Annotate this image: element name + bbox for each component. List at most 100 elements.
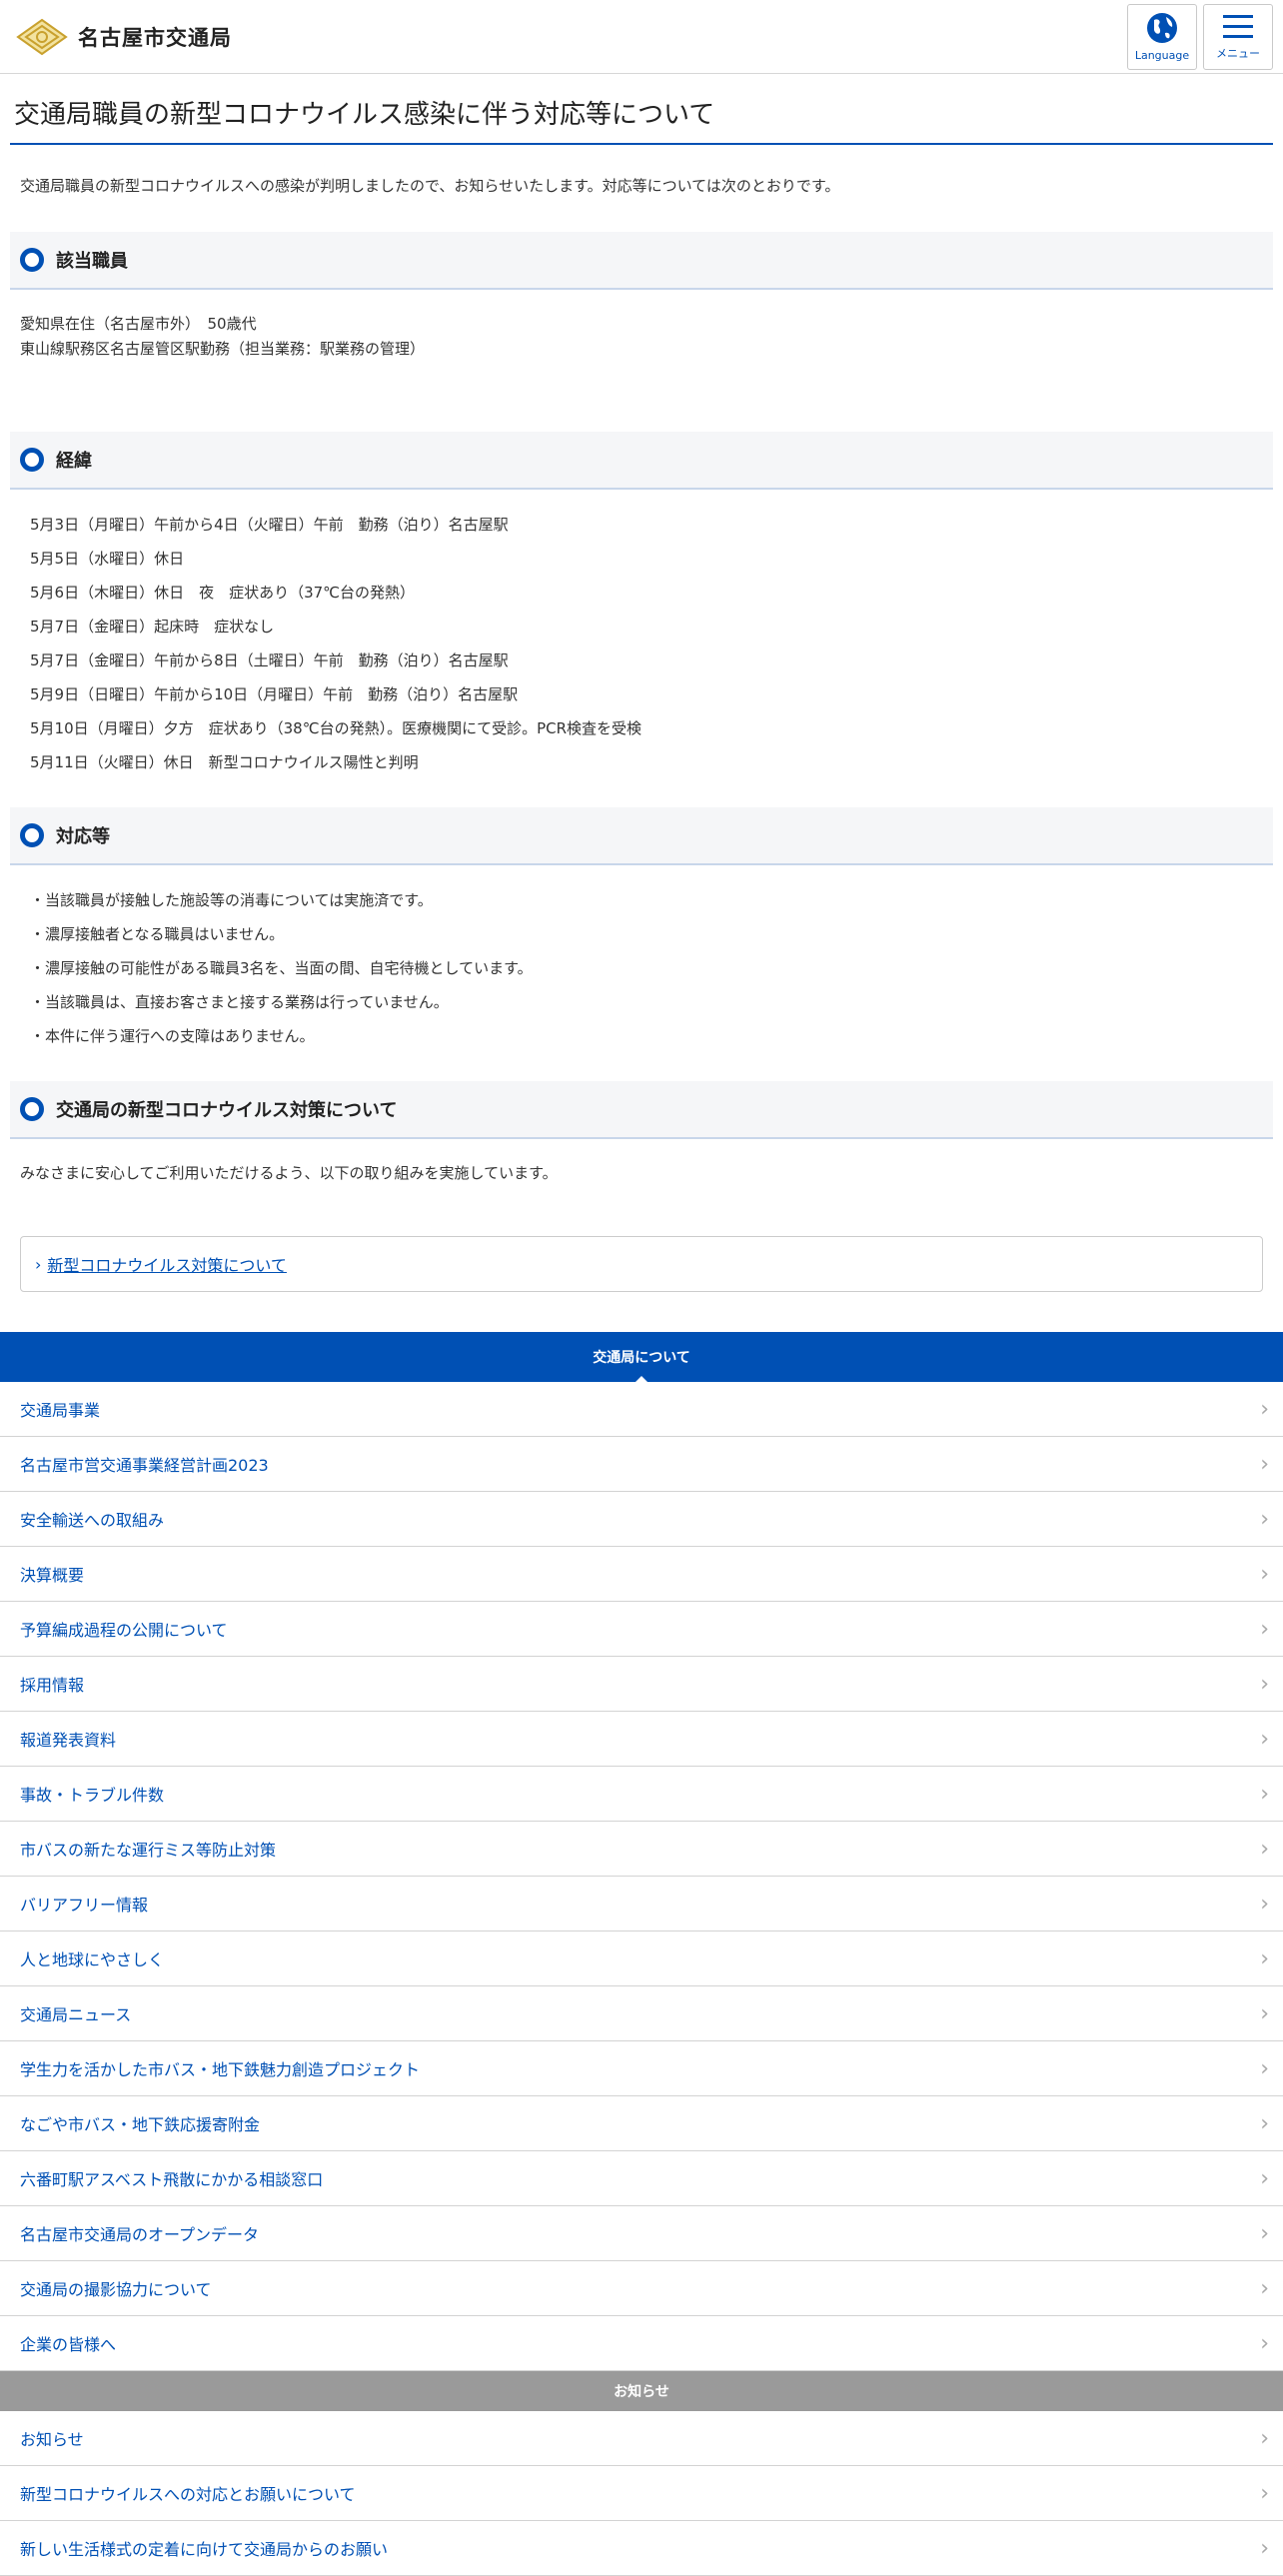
ring-bullet-icon: [20, 248, 44, 272]
chevron-right-icon: ›: [1260, 2330, 1269, 2356]
nav-item-label: 新型コロナウイルスへの対応とお願いについて: [20, 2485, 356, 2504]
section-heading-staff: 該当職員: [10, 232, 1273, 290]
menu-label: メニュー: [1216, 46, 1260, 60]
nav-item-label: 学生力を活かした市バス・地下鉄魅力創造プロジェクト: [20, 2060, 421, 2079]
chevron-right-icon: ›: [1260, 1781, 1269, 1807]
news-nav-list: お知らせ › 新型コロナウイルスへの対応とお願いについて › 新しい生活様式の定着に向け…: [0, 2411, 1283, 2576]
news-nav-heading: お知らせ: [0, 2371, 1283, 2411]
nav-item[interactable]: 市バスの新たな運行ミス等防止対策 ›: [0, 1822, 1283, 1877]
chevron-right-icon: ›: [1260, 1726, 1269, 1752]
nav-item[interactable]: 決算概要 ›: [0, 1547, 1283, 1602]
staff-details: 愛知県在住（名古屋市外） 50歳代 東山線駅務区名古屋管区駅勤務（担当業務：駅業…: [20, 312, 1263, 362]
history-list: 5月3日（月曜日）午前から4日（火曜日）午前 勤務（泊り）名古屋駅 5月5日（水…: [30, 514, 1263, 785]
nav-item[interactable]: 交通局ニュース ›: [0, 1986, 1283, 2041]
logo-emblem-icon: [16, 18, 68, 55]
logo-text: 名古屋市交通局: [78, 25, 232, 50]
chevron-right-icon: ›: [1260, 2000, 1269, 2026]
ring-bullet-icon: [20, 1097, 44, 1121]
response-list: ・当該職員が接触した施設等の消毒については実施済です。 ・濃厚接触者となる職員は…: [30, 889, 1263, 1059]
history-item: 5月6日（木曜日）休日 夜 症状あり（37℃台の発熱）: [30, 584, 416, 602]
section-heading-measures: 交通局の新型コロナウイルス対策について: [10, 1081, 1273, 1139]
nav-item[interactable]: なごや市バス・地下鉄応援寄附金 ›: [0, 2096, 1283, 2151]
nav-item[interactable]: 六番町駅アスベスト飛散にかかる相談窓口 ›: [0, 2151, 1283, 2206]
chevron-right-icon: ›: [1260, 1671, 1269, 1697]
chevron-right-icon: ›: [1260, 2535, 1269, 2561]
chevron-right-icon: ›: [1260, 1945, 1269, 1971]
history-item: 5月7日（金曜日）午前から8日（土曜日）午前 勤務（泊り）名古屋駅: [30, 651, 509, 669]
chevron-right-icon: ›: [35, 1254, 42, 1274]
nav-item-label: お知らせ: [20, 2430, 84, 2449]
response-item: ・当該職員は、直接お客さまと接する業務は行っていません。: [30, 993, 449, 1011]
ring-bullet-icon: [20, 823, 44, 847]
staff-line: 愛知県在住（名古屋市外） 50歳代: [20, 315, 257, 333]
nav-item[interactable]: 事故・トラブル件数 ›: [0, 1767, 1283, 1822]
nav-item-label: 事故・トラブル件数: [20, 1786, 165, 1805]
language-label: Language: [1134, 49, 1190, 62]
chevron-right-icon: ›: [1260, 1396, 1269, 1422]
nav-item-label: 人と地球にやさしく: [20, 1950, 165, 1969]
chevron-right-icon: ›: [1260, 2425, 1269, 2451]
nav-item[interactable]: 名古屋市営交通事業経営計画2023 ›: [0, 1437, 1283, 1492]
chevron-right-icon: ›: [1260, 2275, 1269, 2301]
language-button[interactable]: Language: [1127, 3, 1197, 70]
staff-line: 東山線駅務区名古屋管区駅勤務（担当業務：駅業務の管理）: [20, 340, 426, 358]
history-item: 5月11日（火曜日）休日 新型コロナウイルス陽性と判明: [30, 753, 419, 771]
nav-item[interactable]: バリアフリー情報 ›: [0, 1877, 1283, 1932]
nav-item[interactable]: 新しい生活様式の定着に向けて交通局からのお願い ›: [0, 2521, 1283, 2576]
nav-item-label: 新しい生活様式の定着に向けて交通局からのお願い: [20, 2540, 389, 2559]
nav-item-label: 市バスの新たな運行ミス等防止対策: [20, 1841, 277, 1860]
history-item: 5月3日（月曜日）午前から4日（火曜日）午前 勤務（泊り）名古屋駅: [30, 516, 509, 534]
site-logo[interactable]: 名古屋市交通局: [16, 18, 232, 56]
nav-item[interactable]: 企業の皆様へ ›: [0, 2316, 1283, 2371]
nav-item[interactable]: 新型コロナウイルスへの対応とお願いについて ›: [0, 2466, 1283, 2521]
chevron-right-icon: ›: [1260, 1506, 1269, 1532]
section-title-response: 対応等: [56, 826, 110, 847]
intro-text: 交通局職員の新型コロナウイルスへの感染が判明しましたので、お知らせいたします。対…: [20, 177, 840, 195]
history-item: 5月5日（水曜日）休日: [30, 550, 185, 568]
measures-text: みなさまに安心してご利用いただけるよう、以下の取り組みを実施しています。: [20, 1164, 558, 1182]
header-buttons: Language メニュー: [1127, 3, 1273, 70]
ring-bullet-icon: [20, 448, 44, 472]
response-item: ・濃厚接触者となる職員はいません。: [30, 925, 285, 943]
nav-item[interactable]: 交通局事業 ›: [0, 1382, 1283, 1437]
nav-item-label: 決算概要: [20, 1566, 85, 1585]
nav-item-label: 交通局ニュース: [20, 2005, 132, 2024]
chevron-right-icon: ›: [1260, 2165, 1269, 2191]
nav-item[interactable]: お知らせ ›: [0, 2411, 1283, 2466]
chevron-right-icon: ›: [1260, 1561, 1269, 1587]
chevron-right-icon: ›: [1260, 1836, 1269, 1862]
nav-item[interactable]: 採用情報 ›: [0, 1657, 1283, 1712]
nav-item[interactable]: 交通局の撮影協力について ›: [0, 2261, 1283, 2316]
section-title-history: 経緯: [56, 451, 92, 472]
chevron-right-icon: ›: [1260, 2110, 1269, 2136]
nav-item[interactable]: 名古屋市交通局のオープンデータ ›: [0, 2206, 1283, 2261]
about-nav-list: 交通局事業 › 名古屋市営交通事業経営計画2023 › 安全輸送への取組み › 決算概要 › 予…: [0, 1382, 1283, 2371]
measures-link[interactable]: 新型コロナウイルス対策について: [47, 1252, 287, 1276]
chevron-right-icon: ›: [1260, 1616, 1269, 1642]
section-title-measures: 交通局の新型コロナウイルス対策について: [56, 1100, 398, 1121]
section-title-staff: 該当職員: [56, 251, 128, 272]
nav-item[interactable]: 安全輸送への取組み ›: [0, 1492, 1283, 1547]
site-header: 名古屋市交通局 Language メニュー: [0, 0, 1283, 74]
chevron-right-icon: ›: [1260, 2480, 1269, 2506]
nav-item-label: 交通局事業: [20, 1401, 101, 1420]
nav-item-label: なごや市バス・地下鉄応援寄附金: [20, 2115, 261, 2134]
response-item: ・濃厚接触の可能性がある職員3名を、当面の間、自宅待機としています。: [30, 959, 533, 977]
response-item: ・当該職員が接触した施設等の消毒については実施済です。: [30, 891, 433, 909]
nav-item[interactable]: 人と地球にやさしく ›: [0, 1932, 1283, 1986]
nav-item-label: 報道発表資料: [20, 1731, 117, 1750]
nav-item[interactable]: 報道発表資料 ›: [0, 1712, 1283, 1767]
history-item: 5月7日（金曜日）起床時 症状なし: [30, 618, 275, 636]
nav-item[interactable]: 予算編成過程の公開について ›: [0, 1602, 1283, 1657]
menu-button[interactable]: メニュー: [1203, 3, 1273, 70]
measures-link-box[interactable]: › 新型コロナウイルス対策について: [20, 1236, 1263, 1292]
chevron-right-icon: ›: [1260, 2055, 1269, 2081]
nav-item-label: 交通局の撮影協力について: [20, 2280, 212, 2299]
nav-item-label: 名古屋市営交通事業経営計画2023: [20, 1456, 269, 1475]
nav-item-label: バリアフリー情報: [20, 1896, 149, 1915]
nav-item-label: 安全輸送への取組み: [20, 1511, 165, 1530]
section-heading-response: 対応等: [10, 807, 1273, 865]
nav-item[interactable]: 学生力を活かした市バス・地下鉄魅力創造プロジェクト ›: [0, 2041, 1283, 2096]
hamburger-icon: [1223, 14, 1253, 38]
about-nav-heading: 交通局について: [0, 1332, 1283, 1383]
